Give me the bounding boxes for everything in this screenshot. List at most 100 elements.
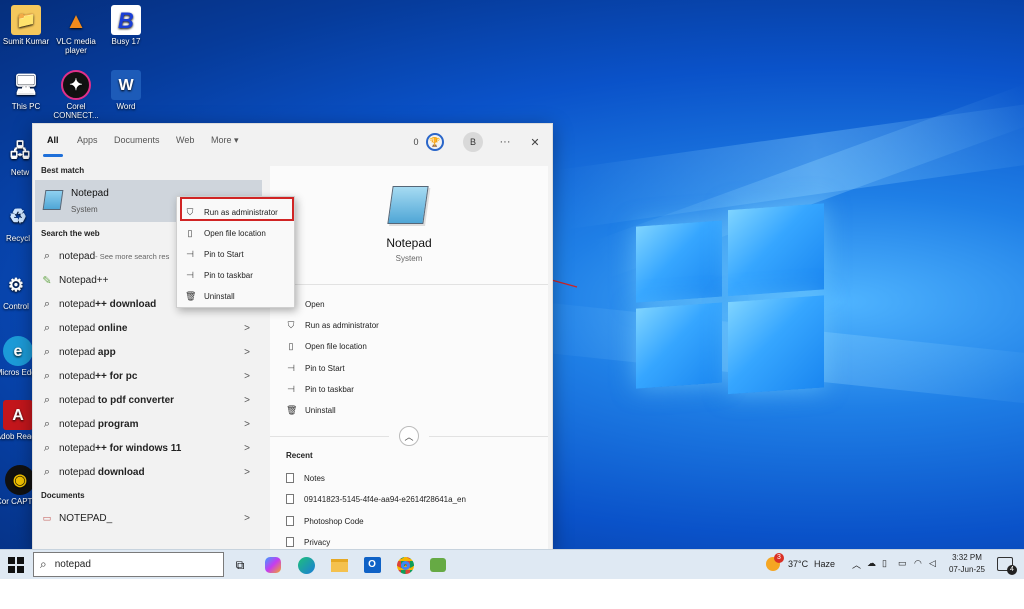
ctx-open-file-location[interactable]: ▯ Open file location — [177, 223, 294, 244]
chevron-right-icon: > — [244, 418, 250, 430]
action-pin-to-start[interactable]: ⊣ Pin to Start — [286, 363, 345, 374]
web-result-text: notepad — [59, 298, 96, 310]
weather-temp: 37°C — [788, 559, 809, 569]
web-result-text: notepad — [59, 466, 96, 478]
shield-icon: ⛉ — [287, 320, 295, 330]
task-view-icon[interactable]: ⧉ — [229, 554, 251, 576]
clock-time: 3:32 PM — [952, 553, 982, 562]
chevron-up-icon[interactable]: ︿ — [852, 558, 861, 571]
tab-web[interactable]: Web — [176, 135, 194, 145]
rewards-button[interactable]: 🏆 — [423, 130, 447, 154]
chevron-right-icon: > — [244, 512, 250, 524]
search-icon: ⌕ — [43, 441, 51, 454]
ctx-uninstall[interactable]: 🗑 Uninstall — [177, 286, 294, 307]
best-match-subtitle: System — [71, 205, 98, 214]
copilot-icon[interactable] — [262, 554, 284, 576]
documents-heading: Documents — [41, 491, 85, 500]
web-result-bold: ++ download — [95, 298, 157, 310]
phone-link-icon[interactable]: ▯ — [882, 558, 887, 569]
web-result-bold: ++ for windows 11 — [95, 442, 182, 454]
app-icon[interactable] — [427, 554, 449, 576]
weather-desc: Haze — [814, 559, 836, 569]
chevron-right-icon: > — [244, 442, 250, 454]
recent-heading: Recent — [286, 451, 313, 460]
volume-icon[interactable]: ◁ — [929, 558, 936, 569]
web-result[interactable]: ⌕ notepad app > — [35, 340, 262, 364]
recent-item[interactable]: Privacy — [286, 537, 330, 547]
web-result-bold: program — [95, 418, 139, 430]
clock-date: 07-Jun-25 — [948, 565, 986, 574]
divider — [270, 284, 548, 285]
ctx-pin-to-start[interactable]: ⊣ Pin to Start — [177, 244, 294, 265]
trash-icon: 🗑 — [185, 291, 197, 301]
web-result[interactable]: ⌕ notepad to pdf converter > — [35, 388, 262, 412]
wifi-icon[interactable]: ◠ — [914, 558, 922, 569]
collapse-button[interactable]: ︿ — [399, 426, 419, 446]
pin-icon: ⊣ — [287, 363, 295, 373]
action-label: Uninstall — [305, 406, 336, 415]
notepad-icon — [42, 190, 64, 210]
notification-count: 4 — [1007, 565, 1017, 575]
file-icon: ▯ — [288, 341, 294, 351]
divider — [429, 436, 548, 437]
document-result[interactable]: ▭ NOTEPAD_ > — [35, 506, 262, 530]
windows-start-icon-part — [17, 566, 24, 573]
action-uninstall[interactable]: 🗑 Uninstall — [286, 405, 336, 416]
web-result[interactable]: ⌕ notepad download > — [35, 460, 262, 484]
web-result-text: notepad — [59, 442, 96, 454]
web-result-suffix: - See more search res — [95, 251, 170, 261]
highlight-box — [180, 197, 294, 221]
chrome-icon[interactable] — [394, 554, 416, 576]
recent-item[interactable]: 09141823-5145-4f4e-aa94-e2614f28641a_en — [286, 494, 466, 504]
details-title: Notepad — [386, 236, 432, 250]
tab-documents[interactable]: Documents — [114, 135, 160, 145]
web-result[interactable]: ⌕ notepad ++ for windows 11 > — [35, 436, 262, 460]
web-result-text: Notepad++ — [59, 274, 109, 286]
best-match-title: Notepad — [71, 188, 109, 199]
recent-item[interactable]: Photoshop Code — [286, 516, 364, 526]
document-icon: ▭ — [42, 512, 52, 523]
web-result-bold: app — [95, 346, 116, 358]
web-result-bold: online — [95, 322, 128, 334]
web-result[interactable]: ⌕ notepad ++ for pc > — [35, 364, 262, 388]
action-pin-to-taskbar[interactable]: ⊣ Pin to taskbar — [286, 384, 354, 395]
action-open-file-location[interactable]: ▯ Open file location — [286, 341, 367, 352]
web-result[interactable]: ⌕ notepad online > — [35, 316, 262, 340]
file-explorer-icon[interactable] — [328, 554, 350, 576]
outlook-icon[interactable]: O — [361, 554, 383, 576]
divider — [270, 436, 389, 437]
document-result-text: NOTEPAD_ — [59, 512, 113, 524]
ctx-pin-to-taskbar[interactable]: ⊣ Pin to taskbar — [177, 265, 294, 286]
ctx-item-label: Pin to Start — [204, 250, 244, 259]
ctx-item-label: Pin to taskbar — [204, 271, 253, 280]
more-options-button[interactable]: ··· — [495, 130, 515, 154]
web-result-bold: download — [95, 466, 145, 478]
recent-item-label: Notes — [304, 473, 325, 483]
account-button[interactable]: B — [461, 130, 485, 154]
tab-all[interactable]: All — [47, 135, 59, 145]
cloud-icon[interactable]: ☁ — [867, 558, 876, 569]
battery-icon[interactable]: ▭ — [898, 558, 907, 569]
ctx-item-label: Open file location — [204, 229, 266, 238]
web-result-bold: ++ for pc — [95, 370, 138, 382]
taskbar-search-input[interactable]: notepad — [55, 559, 91, 570]
close-button[interactable]: ✕ — [525, 130, 545, 154]
tab-apps[interactable]: Apps — [77, 135, 98, 145]
clock[interactable]: 3:32 PM 07-Jun-25 — [944, 552, 990, 576]
search-web-heading: Search the web — [41, 229, 100, 238]
web-result[interactable]: ⌕ notepad program > — [35, 412, 262, 436]
trophy-icon: 🏆 — [426, 133, 444, 151]
taskbar-search[interactable]: ⌕ notepad — [33, 552, 224, 577]
web-result-text: notepad — [59, 250, 96, 262]
recent-item[interactable]: Notes — [286, 473, 325, 483]
taskbar: ⌕ notepad ⧉ O 3 37°C Haze ︿ ☁ ▯ ▭ ◠ ◁ 3:… — [0, 549, 1024, 579]
action-label: Run as administrator — [305, 321, 379, 330]
notification-button[interactable]: 4 — [997, 557, 1017, 575]
tab-more[interactable]: More ▾ — [211, 135, 239, 146]
start-button[interactable] — [8, 557, 24, 573]
action-label: Open — [305, 300, 325, 309]
details-pane: Notepad System ↗Open ⛉Run as administrat… — [270, 166, 548, 551]
edge-icon[interactable] — [295, 554, 317, 576]
action-run-as-admin[interactable]: ⛉ Run as administrator — [286, 320, 379, 331]
weather-widget[interactable]: 3 37°C Haze — [766, 553, 850, 575]
